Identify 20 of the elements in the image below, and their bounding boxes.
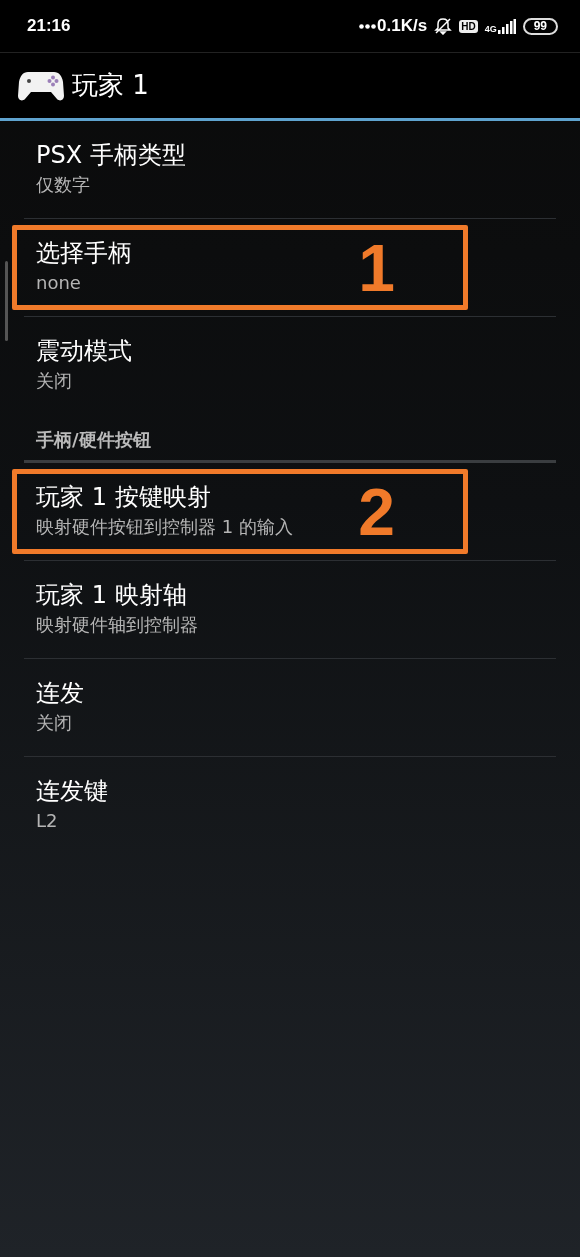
gamepad-icon — [18, 69, 64, 102]
clock: 21:16 — [27, 16, 71, 36]
network-type: 4G — [484, 23, 497, 34]
settings-item[interactable]: 连发 关闭 — [24, 659, 556, 757]
annotation-number: 1 — [358, 234, 395, 301]
signal-icon — [497, 18, 516, 34]
annotation-number: 2 — [358, 478, 395, 545]
settings-item[interactable]: 连发键 L2 — [24, 757, 556, 854]
dots-icon — [359, 23, 377, 29]
muted-bell-icon — [434, 17, 453, 35]
settings-item[interactable]: 震动模式 关闭 — [24, 317, 556, 414]
settings-item[interactable]: 玩家 1 按键映射 映射硬件按钮到控制器 1 的输入 2 — [24, 463, 556, 561]
hd-badge: HD — [459, 19, 478, 33]
screen-title: 玩家 1 — [72, 69, 149, 102]
settings-item[interactable]: 选择手柄 none 1 — [24, 219, 556, 317]
settings-item[interactable]: PSX 手柄类型 仅数字 — [24, 121, 556, 219]
category-header: 手柄/硬件按钮 — [24, 414, 556, 463]
battery-level: 99 — [522, 17, 558, 35]
settings-item[interactable]: 玩家 1 映射轴 映射硬件轴到控制器 — [24, 561, 556, 659]
network-speed: 0.1K/s — [377, 16, 428, 36]
